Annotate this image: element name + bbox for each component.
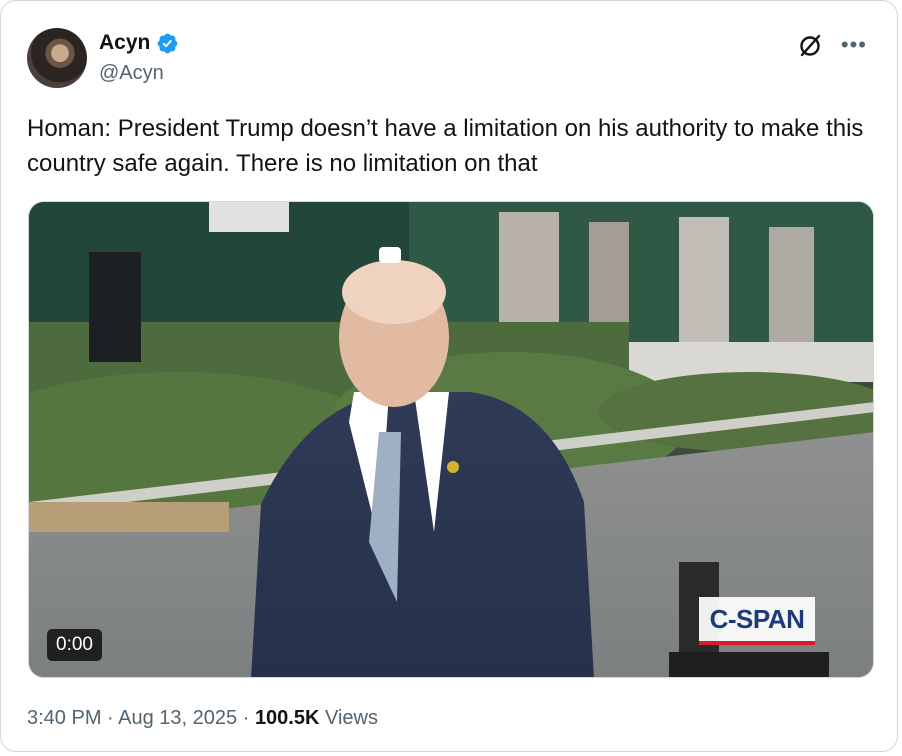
views-count: 100.5K [254,707,320,729]
video-player[interactable]: 0:00 C-SPAN [28,201,874,678]
tweet-time[interactable]: 3:40 PM [27,707,101,729]
more-icon[interactable]: ••• [841,34,867,56]
tweet-date[interactable]: Aug 13, 2025 [118,707,237,729]
views-label: Views [319,707,378,729]
author-handle[interactable]: @Acyn [99,62,164,85]
author-name[interactable]: Acyn [99,31,150,55]
tweet-text: Homan: President Trump doesn’t have a li… [27,115,864,177]
tweet-meta: 3:40 PM · Aug 13, 2025 · 100.5K Views [27,707,378,730]
tweet-card: Acyn @Acyn ••• Homan: President Trump do… [0,0,898,752]
cspan-watermark: C-SPAN [699,597,815,645]
avatar[interactable] [27,28,87,88]
video-duration: 0:00 [47,629,102,661]
grok-icon[interactable] [797,31,825,59]
tweet-actions: ••• [797,31,867,59]
author-row: Acyn [99,31,179,55]
verified-badge-icon [158,33,178,53]
meta-separator: · [237,707,255,729]
meta-separator: · [101,707,119,729]
